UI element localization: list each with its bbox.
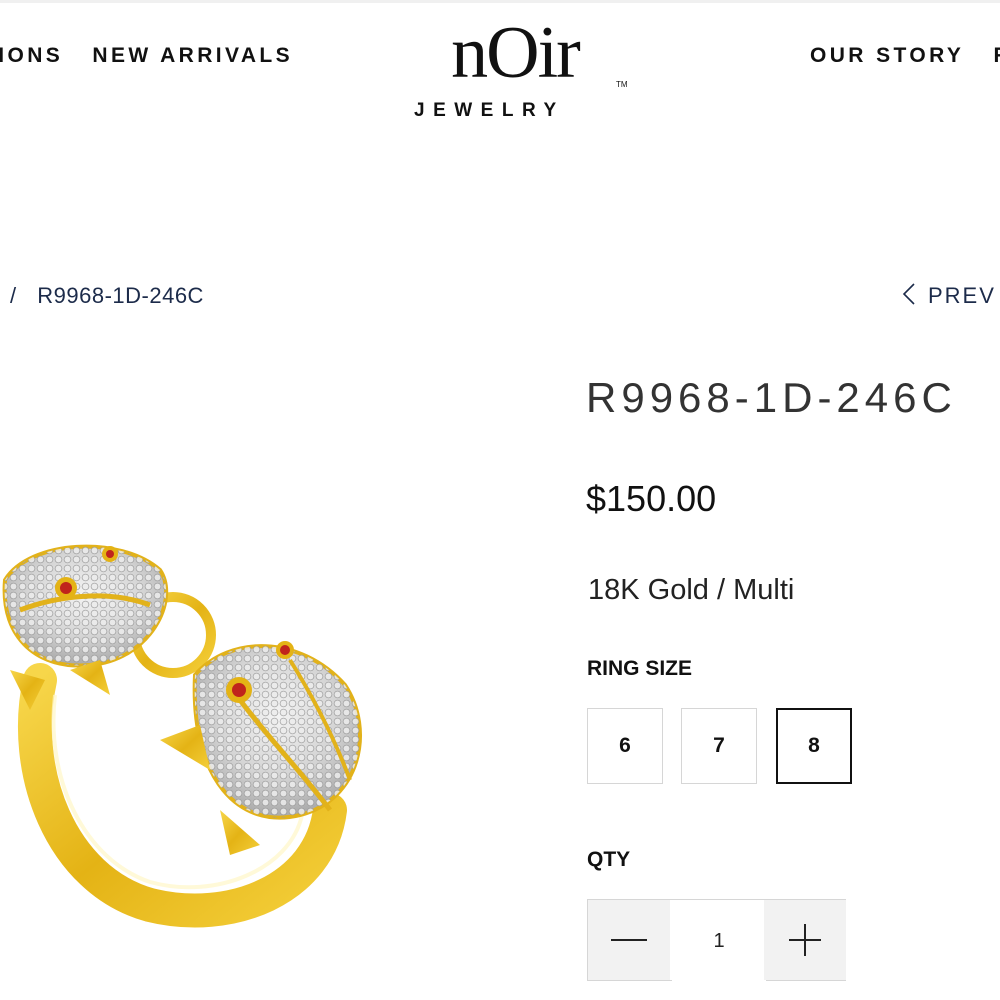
qty-input[interactable] [672,900,766,982]
size-option-7[interactable]: 7 [681,708,757,784]
breadcrumb-current: R9968-1D-246C [37,283,204,308]
quantity-stepper [587,899,846,982]
main-nav-left: TIONS NEW ARRIVALS [0,44,313,68]
size-option-8[interactable]: 8 [776,708,852,784]
prev-product-link[interactable]: PREV [902,282,996,309]
product-price: $150.00 [586,478,717,519]
qty-label: QTY [587,848,631,871]
plus-icon [789,924,821,956]
size-option-6[interactable]: 6 [587,708,663,784]
logo-subtitle: JEWELRY [414,100,565,121]
product-title: R9968-1D-246C [586,374,957,421]
top-divider [0,0,1000,3]
chevron-left-icon [902,283,915,305]
nav-item-our-story[interactable]: OUR STORY [810,44,964,67]
prev-label: PREV [928,283,996,308]
nav-item-fa[interactable]: FA [994,44,1000,67]
ring-size-label: RING SIZE [587,657,693,680]
breadcrumb-separator: / [10,283,17,308]
main-nav-right: OUR STORY FA [810,44,1000,68]
product-variant: 18K Gold / Multi [588,574,795,606]
product-image[interactable] [0,510,400,930]
minus-icon [611,939,647,941]
logo-trademark: TM [616,80,628,89]
qty-increase-button[interactable] [764,900,846,980]
nav-item-new-arrivals[interactable]: NEW ARRIVALS [92,44,293,67]
brand-logo[interactable]: nOir TM JEWELRY [410,6,630,126]
qty-decrease-button[interactable] [588,900,670,980]
logo-wordmark: nOir [451,12,581,94]
nav-item-collections[interactable]: TIONS [0,44,63,67]
breadcrumb: / R9968-1D-246C [10,283,204,309]
